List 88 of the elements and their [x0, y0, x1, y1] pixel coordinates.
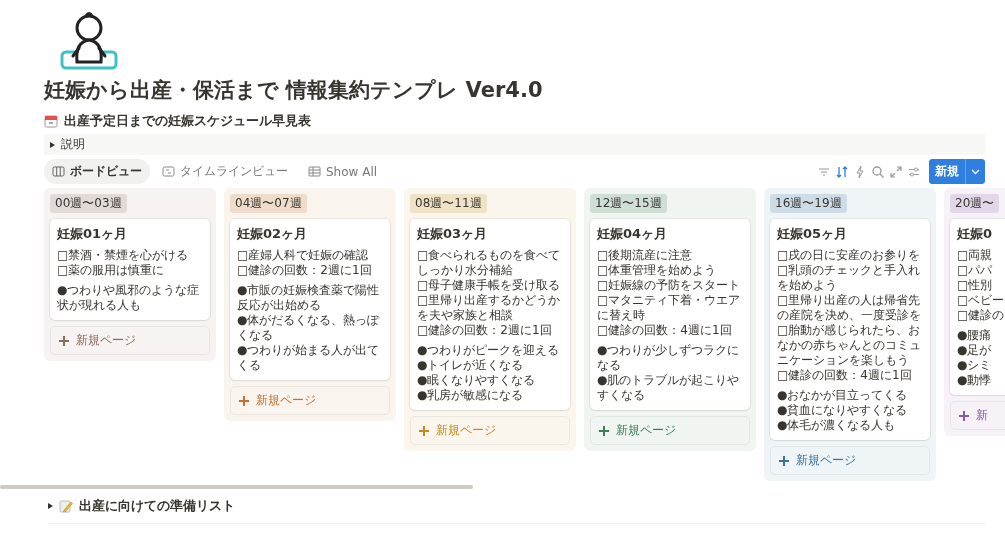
- checklist-line: □健診の: [957, 308, 1005, 323]
- memo-pencil-icon: [59, 499, 73, 513]
- checklist-line: □食べられるものを食べてしっかり水分補給: [417, 248, 562, 278]
- note-line: ●つわりや風邪のような症状が現れる人も: [57, 283, 201, 313]
- toggle-block[interactable]: 出産に向けての準備リスト: [48, 497, 985, 524]
- group-tag: 08週〜11週: [410, 194, 487, 213]
- note-line: ●肌のトラブルが起こりやすくなる: [597, 373, 741, 403]
- view-tab[interactable]: Show All: [300, 159, 386, 184]
- note-line: ●つわりがピークを迎える: [417, 343, 561, 358]
- view-tab[interactable]: タイムラインビュー: [154, 159, 296, 184]
- checklist-line: □乳頭のチェックと手入れを始めよう: [777, 263, 922, 293]
- note-line: ●つわりが始まる人が出てくる: [237, 343, 381, 373]
- note-line: ●貧血になりやすくなる: [777, 403, 909, 418]
- group-tag: 00週〜03週: [50, 194, 127, 213]
- checklist-line: □健診の回数：2週に1回: [417, 323, 553, 338]
- lightning-icon[interactable]: [853, 164, 867, 179]
- group-tag: 04週〜07週: [230, 194, 307, 213]
- note-line: ●おなかが目立ってくる: [777, 388, 909, 403]
- section-title: 出産に向けての準備リスト: [79, 497, 235, 515]
- checklist-line: □体重管理を始めよう: [597, 263, 718, 278]
- note-line: ●足が: [957, 343, 993, 358]
- checklist-line: □健診の回数：4週に1回: [597, 323, 733, 338]
- card-title: 妊娠01ヶ月: [57, 225, 129, 243]
- settings-icon[interactable]: [907, 164, 921, 179]
- checklist-line: □産婦人科で妊娠の確認: [237, 248, 370, 263]
- board-card[interactable]: 妊娠02ヶ月 □産婦人科で妊娠の確認 □健診の回数：2週に1回 ●市販の妊娠検査薬で陽性反応が出始める ●体がだるくなる、熱っぽくなる ●つわりが始まる人が出てくる: [230, 219, 390, 380]
- group-tag: 20週〜: [950, 194, 1000, 213]
- card-title: 妊娠0: [957, 225, 994, 243]
- note-line: ●眠くなりやすくなる: [417, 373, 537, 388]
- new-page-button[interactable]: 新: [950, 401, 1005, 430]
- new-page-button[interactable]: 新規ページ: [590, 416, 750, 445]
- board-card[interactable]: 妊娠0 □両親 □パパ □性別 □ベビー □健診の ●腰痛 ●足が ●シミ ●動悸: [950, 219, 1005, 395]
- search-icon[interactable]: [871, 164, 885, 179]
- note-line: ●市販の妊娠検査薬で陽性反応が出始める: [237, 283, 381, 313]
- checklist-line: □戌の日に安産のお参りを: [777, 248, 922, 263]
- baby-logo-icon: [58, 10, 120, 72]
- sort-icon[interactable]: [835, 164, 849, 179]
- checklist-line: □母子健康手帳を受け取る: [417, 278, 562, 293]
- page-title: 妊娠から出産・保活まで 情報集約テンプレ Ver4.0: [44, 77, 544, 104]
- note-line: ●体がだるくなる、熱っぽくなる: [237, 313, 381, 343]
- checklist-line: □胎動が感じられたら、おなかの赤ちゃんとのコミュニケーションを楽しもう: [777, 323, 922, 368]
- calendar-icon: [44, 114, 58, 128]
- new-page-button[interactable]: 新規ページ: [230, 386, 390, 415]
- scrollbar[interactable]: [0, 485, 473, 489]
- view-tab[interactable]: ボードビュー: [44, 159, 150, 184]
- checklist-line: □性別: [957, 278, 994, 293]
- group-tag: 12週〜15週: [590, 194, 667, 213]
- checklist-line: □健診の回数：2週に1回: [237, 263, 373, 278]
- checklist-line: □禁酒・禁煙を心がける: [57, 248, 190, 263]
- new-page-button[interactable]: 新規ページ: [50, 326, 210, 355]
- checklist-line: □健診の回数：4週に1回: [777, 368, 913, 383]
- note-line: ●体毛が濃くなる人も: [777, 418, 897, 433]
- checklist-line: □里帰り出産の人は帰省先の産院を決め、一度受診を: [777, 293, 922, 323]
- board-card[interactable]: 妊娠03ヶ月 □食べられるものを食べてしっかり水分補給 □母子健康手帳を受け取る □里帰り出産するかどうかを夫や家族と相談 □健診の回数：2週に1回 ●つわりがピークを迎える ●トイレが近くなる ●眠くなりやすくなる ●乳房が敏感になる: [410, 219, 570, 410]
- note-line: ●動悸: [957, 373, 993, 388]
- card-title: 妊娠02ヶ月: [237, 225, 309, 243]
- checklist-line: □パパ: [957, 263, 994, 278]
- note-line: ●シミ: [957, 358, 993, 373]
- board-card[interactable]: 妊娠04ヶ月 □後期流産に注意 □体重管理を始めよう □妊娠線の予防をスタート □マタニティ下着・ウエアに替え時 □健診の回数：4週に1回 ●つわりが少しずつラクになる ●肌のトラブルが起こりやすくなる: [590, 219, 750, 410]
- note-line: ●乳房が敏感になる: [417, 388, 525, 403]
- note-line: ●つわりが少しずつラクになる: [597, 343, 741, 373]
- timeline-icon: [162, 165, 175, 178]
- checklist-line: □里帰り出産するかどうかを夫や家族と相談: [417, 293, 562, 323]
- table-icon: [308, 165, 321, 178]
- checklist-line: □薬の服用は慎重に: [57, 263, 166, 278]
- new-page-button[interactable]: 新規ページ: [770, 446, 930, 475]
- card-title: 妊娠05ヶ月: [777, 225, 849, 243]
- database-title: 出産予定日までの妊娠スケジュール早見表: [64, 112, 311, 130]
- group-tag: 16週〜19週: [770, 194, 847, 213]
- toggle-triangle-icon[interactable]: [48, 503, 53, 509]
- board-card[interactable]: 妊娠01ヶ月 □禁酒・禁煙を心がける □薬の服用は慎重に ●つわりや風邪のような症状が現れる人も: [50, 219, 210, 320]
- note-line: ●トイレが近くなる: [417, 358, 525, 373]
- board-card[interactable]: 妊娠05ヶ月 □戌の日に安産のお参りを □乳頭のチェックと手入れを始めよう □里帰り出産の人は帰省先の産院を決め、一度受診を □胎動が感じられたら、おなかの赤ちゃんとのコミュニケーションを楽しもう □健診の回数：4週に1回 ●おなかが目立ってくる ●貧血になりやすくなる ●体毛が濃くなる人も: [770, 219, 930, 440]
- checklist-line: □後期流産に注意: [597, 248, 694, 263]
- expand-icon[interactable]: [889, 164, 903, 179]
- dropdown-button[interactable]: [965, 159, 985, 184]
- card-title: 妊娠03ヶ月: [417, 225, 489, 243]
- checklist-line: □ベビー: [957, 293, 1005, 308]
- caret-icon: [971, 168, 980, 175]
- checklist-line: □両親: [957, 248, 994, 263]
- toggle-block[interactable]: 説明: [44, 134, 985, 155]
- toggle-triangle-icon[interactable]: [50, 141, 55, 148]
- note-line: ●腰痛: [957, 328, 993, 343]
- checklist-line: □妊娠線の予防をスタート: [597, 278, 742, 293]
- card-title: 妊娠04ヶ月: [597, 225, 669, 243]
- checklist-line: □マタニティ下着・ウエアに替え時: [597, 293, 742, 323]
- columns-icon: [52, 165, 65, 178]
- toggle-label: 説明: [61, 136, 85, 153]
